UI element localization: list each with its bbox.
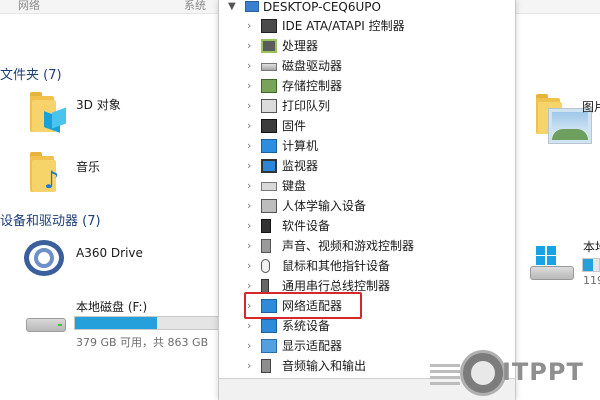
tree-root-row[interactable]: ▼ DESKTOP-CEQ6UPO	[219, 0, 515, 16]
devices-section-title[interactable]: 设备和驱动器 (7)	[0, 210, 101, 229]
chevron-right-icon[interactable]: ›	[247, 59, 251, 73]
tree-item-label[interactable]: 监视器	[282, 159, 318, 173]
watermark-logo-icon	[460, 350, 506, 396]
tree-item-keyboard[interactable]: › 键盘	[219, 176, 515, 196]
system-device-icon	[261, 319, 277, 333]
music-label[interactable]: 音乐	[76, 158, 100, 175]
windows-local-disk-icon[interactable]	[530, 244, 578, 284]
firmware-icon	[261, 119, 277, 133]
audio-icon	[261, 239, 271, 253]
chevron-right-icon[interactable]: ›	[247, 139, 251, 153]
toolbar-network-label[interactable]: 网络	[18, 0, 40, 12]
processor-icon	[261, 39, 277, 53]
tree-item-audio[interactable]: › 声音、视频和游戏控制器	[219, 236, 515, 256]
chevron-right-icon[interactable]: ›	[247, 239, 251, 253]
ide-controller-icon	[261, 19, 277, 33]
chevron-right-icon[interactable]: ›	[247, 199, 251, 213]
right-local-disk-label[interactable]: 本地	[583, 238, 600, 255]
chevron-right-icon[interactable]: ›	[247, 159, 251, 173]
tree-item-label[interactable]: 声音、视频和游戏控制器	[282, 239, 414, 253]
monitor-icon	[261, 159, 277, 173]
software-device-icon	[261, 219, 271, 233]
3d-objects-label[interactable]: 3D 对象	[76, 96, 121, 113]
tree-item-ide-controller[interactable]: › IDE ATA/ATAPI 控制器	[219, 16, 515, 36]
chevron-right-icon[interactable]: ›	[247, 179, 251, 193]
music-folder-icon[interactable]: ♪	[30, 152, 66, 194]
tree-item-label[interactable]: 计算机	[282, 139, 318, 153]
tree-item-label[interactable]: 打印队列	[282, 99, 330, 113]
chevron-right-icon[interactable]: ›	[247, 279, 251, 293]
watermark-text: ITPPT	[502, 358, 584, 386]
tree-item-label[interactable]: IDE ATA/ATAPI 控制器	[282, 19, 405, 33]
a360-drive-label[interactable]: A360 Drive	[76, 246, 143, 260]
network-adapter-highlight	[244, 292, 362, 319]
tree-item-mouse[interactable]: › 鼠标和其他指针设备	[219, 256, 515, 276]
tree-item-firmware[interactable]: › 固件	[219, 116, 515, 136]
right-local-disk-free-space: 119	[583, 274, 600, 287]
chevron-right-icon[interactable]: ›	[247, 219, 251, 233]
local-disk-f-icon[interactable]	[26, 312, 70, 334]
disk-drive-icon	[261, 63, 277, 71]
chevron-right-icon[interactable]: ›	[247, 319, 251, 333]
3d-cube-icon	[42, 107, 66, 133]
tree-item-disk-drive[interactable]: › 磁盘驱动器	[219, 56, 515, 76]
tree-item-label[interactable]: 系统设备	[282, 319, 330, 333]
tree-item-label[interactable]: 软件设备	[282, 219, 330, 233]
storage-controller-icon	[261, 79, 277, 93]
audio-io-icon	[261, 359, 271, 373]
watermark-stripes	[430, 364, 460, 386]
tree-item-system-device[interactable]: › 系统设备	[219, 316, 515, 336]
local-disk-f-label[interactable]: 本地磁盘 (F:)	[76, 298, 147, 315]
usb-icon	[261, 279, 269, 293]
folders-section-title[interactable]: 文件夹 (7)	[0, 64, 62, 83]
chevron-right-icon[interactable]: ›	[247, 359, 251, 373]
tree-item-hid[interactable]: › 人体学输入设备	[219, 196, 515, 216]
chevron-right-icon[interactable]: ›	[247, 339, 251, 353]
tree-item-label[interactable]: 固件	[282, 119, 306, 133]
tree-item-printer[interactable]: › 打印队列	[219, 96, 515, 116]
chevron-right-icon[interactable]: ›	[247, 119, 251, 133]
chevron-right-icon[interactable]: ›	[247, 19, 251, 33]
device-manager-tree: ▼ DESKTOP-CEQ6UPO › IDE ATA/ATAPI 控制器 › 处理器…	[218, 0, 516, 400]
tree-item-software-device[interactable]: › 软件设备	[219, 216, 515, 236]
tree-item-storage-controller[interactable]: › 存储控制器	[219, 76, 515, 96]
tree-item-label[interactable]: 音频输入和输出	[282, 359, 366, 373]
chevron-right-icon[interactable]: ›	[247, 259, 251, 273]
watermark: ITPPT	[430, 348, 596, 398]
local-disk-f-usage-fill	[75, 317, 157, 329]
tree-item-processor[interactable]: › 处理器	[219, 36, 515, 56]
pictures-label[interactable]: 图片	[582, 98, 600, 115]
chevron-down-icon[interactable]: ▼	[228, 0, 236, 14]
right-local-disk-usage-bar	[582, 258, 600, 272]
keyboard-icon	[261, 182, 277, 191]
chevron-right-icon[interactable]: ›	[247, 39, 251, 53]
local-disk-f-free-space: 379 GB 可用，共 863 GB	[76, 336, 209, 349]
printer-icon	[261, 99, 277, 113]
chevron-right-icon[interactable]: ›	[247, 79, 251, 93]
tree-item-label[interactable]: 键盘	[282, 179, 306, 193]
tree-item-label[interactable]: 人体学输入设备	[282, 199, 366, 213]
mouse-icon	[261, 259, 270, 273]
tree-root-label[interactable]: DESKTOP-CEQ6UPO	[263, 0, 381, 14]
tree-item-label[interactable]: 存储控制器	[282, 79, 342, 93]
tree-item-computer[interactable]: › 计算机	[219, 136, 515, 156]
music-note-icon: ♪	[44, 166, 60, 194]
chevron-right-icon[interactable]: ›	[247, 99, 251, 113]
tree-item-label[interactable]: 处理器	[282, 39, 318, 53]
display-adapter-icon	[261, 339, 277, 353]
toolbar-system-label[interactable]: 系统	[184, 0, 206, 12]
tree-item-label[interactable]: 鼠标和其他指针设备	[282, 259, 390, 273]
tree-item-monitor[interactable]: › 监视器	[219, 156, 515, 176]
a360-drive-icon[interactable]	[22, 238, 68, 278]
tree-item-label[interactable]: 通用串行总线控制器	[282, 279, 390, 293]
3d-objects-folder-icon[interactable]	[30, 92, 66, 134]
local-disk-f-usage-bar	[74, 316, 222, 330]
tree-item-label[interactable]: 磁盘驱动器	[282, 59, 342, 73]
computer-root-icon	[245, 1, 259, 12]
hid-icon	[261, 199, 277, 213]
computer-icon	[261, 139, 277, 153]
tree-item-label[interactable]: 显示适配器	[282, 339, 342, 353]
